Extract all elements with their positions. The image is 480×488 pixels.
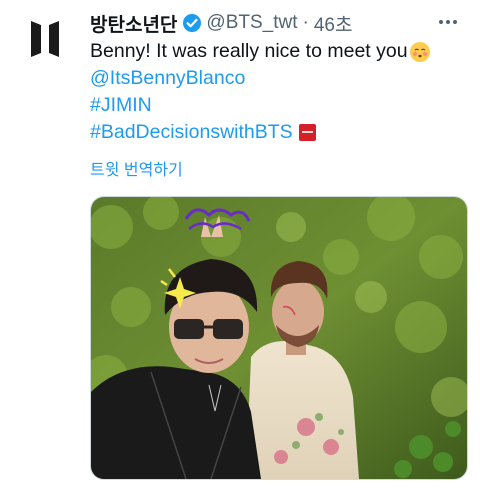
display-name[interactable]: 방탄소년단 xyxy=(90,10,177,37)
mention-link[interactable]: @ItsBennyBlanco xyxy=(90,65,245,92)
translate-tweet-link[interactable]: 트윗 번역하기 xyxy=(90,156,183,180)
tweet-header: 방탄소년단 @BTS_twt · 46초 xyxy=(90,10,460,36)
verified-badge-icon xyxy=(182,13,202,33)
bts-logo-icon xyxy=(31,21,59,57)
tweet-text: Benny! It was really nice to meet you @I… xyxy=(90,38,466,146)
bad-decisions-emoji xyxy=(298,124,316,141)
tweet-text-line: Benny! It was really nice to meet you xyxy=(90,40,408,62)
tweet-timestamp[interactable]: 46초 xyxy=(314,10,353,37)
user-handle[interactable]: @BTS_twt xyxy=(206,12,297,34)
kissing-face-emoji xyxy=(409,41,430,62)
avatar[interactable] xyxy=(20,14,70,64)
separator-dot: · xyxy=(302,12,309,33)
tweet-photo[interactable] xyxy=(90,196,468,480)
more-options-icon[interactable] xyxy=(436,12,460,32)
hashtag-baddecisions-link[interactable]: #BadDecisionswithBTS xyxy=(90,119,293,146)
hashtag-jimin-link[interactable]: #JIMIN xyxy=(90,92,152,119)
